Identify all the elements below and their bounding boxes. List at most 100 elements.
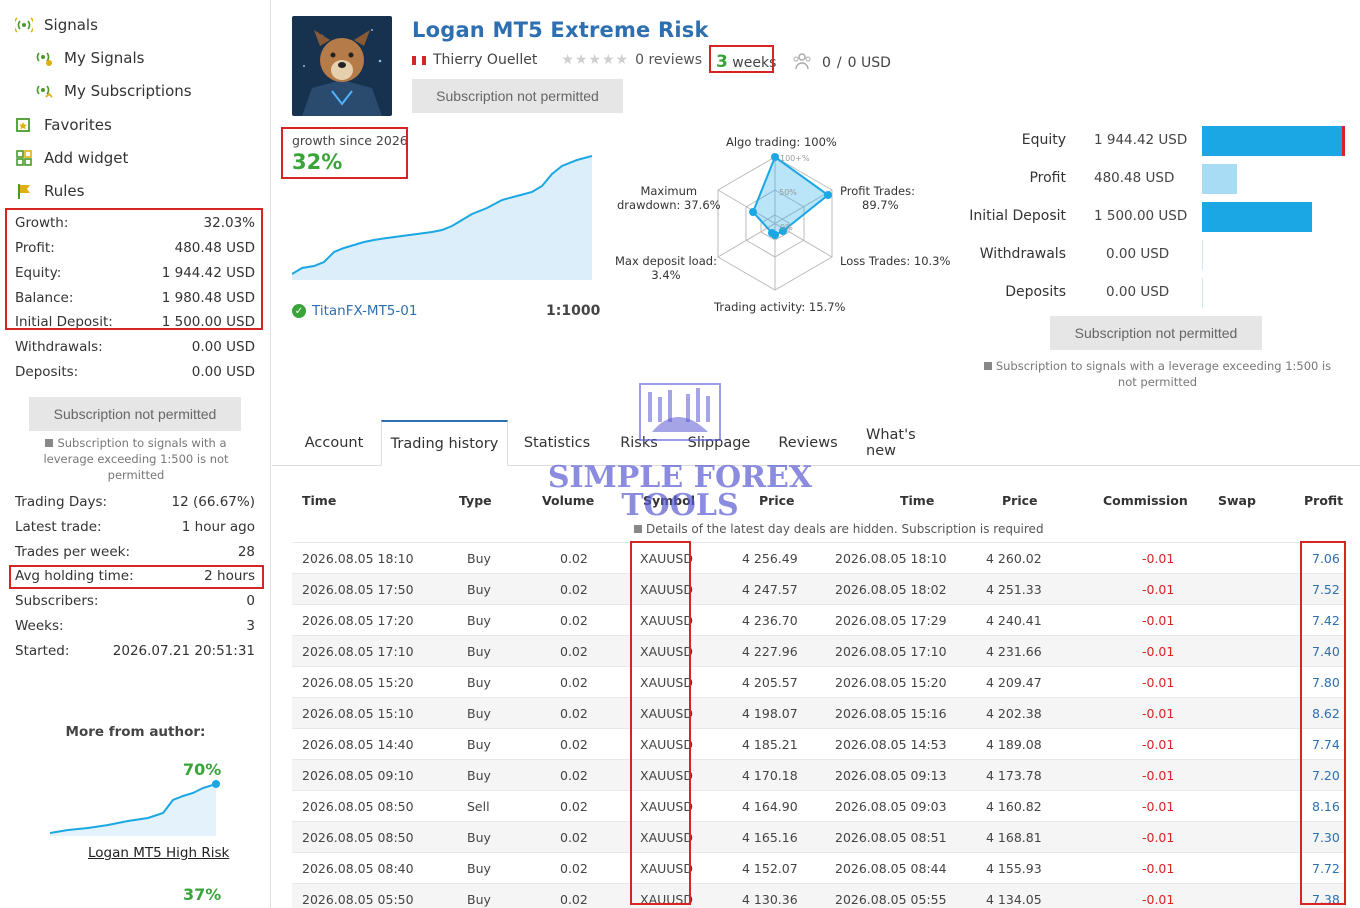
nav-my-subscriptions[interactable]: My Subscriptions bbox=[34, 82, 192, 100]
table-cell: 4 198.07 bbox=[742, 706, 798, 721]
table-cell: -0.01 bbox=[1142, 892, 1175, 907]
rating-stars-icon: ★★★★★ bbox=[561, 52, 630, 68]
table-cell: 7.80 bbox=[1312, 675, 1340, 690]
table-cell: 7.20 bbox=[1312, 768, 1340, 783]
stat-latest-trade: Latest trade: 1 hour ago bbox=[15, 519, 255, 535]
info-icon bbox=[45, 439, 54, 447]
tab-whats-new[interactable]: What's new bbox=[866, 420, 948, 466]
col-price-open[interactable]: Price bbox=[759, 493, 795, 508]
table-cell: Buy bbox=[467, 706, 491, 721]
tab-account[interactable]: Account bbox=[296, 420, 372, 466]
table-cell: 0.02 bbox=[560, 737, 588, 752]
author-name[interactable]: Thierry Ouellet bbox=[433, 52, 537, 68]
subscribe-button-header[interactable]: Subscription not permitted bbox=[412, 79, 623, 113]
nav-label: My Signals bbox=[64, 49, 145, 67]
tab-trading-history[interactable]: Trading history bbox=[381, 420, 508, 466]
col-swap[interactable]: Swap bbox=[1218, 493, 1256, 508]
flag-icon bbox=[14, 182, 34, 200]
table-cell: 2026.08.05 17:20 bbox=[302, 613, 414, 628]
table-cell: XAUUSD bbox=[640, 675, 693, 690]
radar-profit-label-1: Profit Trades: bbox=[840, 184, 916, 198]
growth-label: growth since 2026 bbox=[292, 133, 408, 148]
table-cell: 7.40 bbox=[1312, 644, 1340, 659]
tab-statistics[interactable]: Statistics bbox=[518, 420, 596, 466]
table-cell: 2026.08.05 08:40 bbox=[302, 861, 414, 876]
radar-drawdown-label: Maximum drawdown: 37.6% bbox=[617, 184, 721, 212]
col-symbol[interactable]: Symbol bbox=[643, 493, 695, 508]
stat-withdrawals: Withdrawals: 0.00 USD bbox=[15, 339, 255, 355]
table-cell: 0.02 bbox=[560, 892, 588, 907]
radar-load-label-2: 3.4% bbox=[651, 268, 681, 282]
col-commission[interactable]: Commission bbox=[1103, 493, 1188, 508]
table-cell: Buy bbox=[467, 613, 491, 628]
stat-label: Trading Days: bbox=[15, 494, 108, 510]
initial-deposit-label: Initial Deposit bbox=[969, 208, 1066, 224]
table-cell: XAUUSD bbox=[640, 551, 693, 566]
weeks-number: 3 bbox=[716, 52, 728, 72]
stat-label: Withdrawals: bbox=[15, 339, 103, 355]
favorites-icon bbox=[14, 116, 34, 134]
table-cell: 4 205.57 bbox=[742, 675, 798, 690]
separator: / bbox=[836, 55, 842, 71]
table-cell: 2026.08.05 15:20 bbox=[302, 675, 414, 690]
nav-add-widget[interactable]: Add widget bbox=[14, 149, 128, 167]
radar-loss-label: Loss Trades: 10.3% bbox=[840, 254, 951, 268]
table-cell: XAUUSD bbox=[640, 830, 693, 845]
table-cell: 7.38 bbox=[1312, 892, 1340, 907]
col-volume[interactable]: Volume bbox=[542, 493, 594, 508]
table-cell: 7.06 bbox=[1312, 551, 1340, 566]
table-cell: 2026.08.05 08:50 bbox=[302, 799, 414, 814]
table-cell: 4 247.57 bbox=[742, 582, 798, 597]
info-icon bbox=[634, 525, 642, 533]
table-cell: 4 134.05 bbox=[986, 892, 1042, 907]
broker[interactable]: ✓ TitanFX-MT5-01 bbox=[292, 303, 417, 319]
subscribe-button-right[interactable]: Subscription not permitted bbox=[1050, 316, 1262, 350]
col-time-close[interactable]: Time bbox=[900, 493, 934, 508]
profit-value: 480.48 USD bbox=[1094, 170, 1175, 186]
table-cell: 4 236.70 bbox=[742, 613, 798, 628]
table-cell: Buy bbox=[467, 892, 491, 907]
stat-value: 1 hour ago bbox=[181, 519, 255, 535]
table-cell: 4 173.78 bbox=[986, 768, 1042, 783]
table-cell: 0.02 bbox=[560, 830, 588, 845]
info-icon bbox=[983, 362, 992, 370]
reviews-count[interactable]: 0 reviews bbox=[635, 52, 702, 68]
table-cell: XAUUSD bbox=[640, 706, 693, 721]
profit-label: Profit bbox=[1029, 170, 1066, 186]
col-price-close[interactable]: Price bbox=[1002, 493, 1038, 508]
tab-slippage[interactable]: Slippage bbox=[687, 420, 751, 466]
col-profit[interactable]: Profit bbox=[1304, 493, 1343, 508]
table-cell: 4 189.08 bbox=[986, 737, 1042, 752]
nav-label: Signals bbox=[44, 16, 98, 34]
table-cell: 2026.08.05 08:44 bbox=[835, 861, 947, 876]
nav-rules[interactable]: Rules bbox=[14, 182, 84, 200]
deposits-bar bbox=[1202, 278, 1203, 308]
growth-chart[interactable] bbox=[292, 150, 592, 280]
subscriptions-icon bbox=[34, 82, 54, 100]
stat-value: 480.48 USD bbox=[174, 240, 255, 256]
table-cell: 2026.08.05 15:16 bbox=[835, 706, 947, 721]
table-row: 2026.08.05 14:40 Buy 0.02 XAUUSD 4 185.21 202… bbox=[292, 728, 1346, 759]
col-time-open[interactable]: Time bbox=[302, 493, 336, 508]
radar-load-label: Max deposit load: 3.4% bbox=[615, 254, 717, 282]
radar-tick-50: 50% bbox=[779, 188, 797, 197]
stat-profit: Profit: 480.48 USD bbox=[15, 240, 255, 256]
nav-my-signals[interactable]: My Signals bbox=[34, 49, 144, 67]
table-cell: Buy bbox=[467, 551, 491, 566]
withdrawals-label: Withdrawals bbox=[979, 246, 1066, 262]
stat-value: 0.00 USD bbox=[191, 339, 255, 355]
stat-trading-days: Trading Days: 12 (66.67%) bbox=[15, 494, 255, 510]
radar-algo-label: Algo trading: 100% bbox=[726, 135, 837, 149]
table-cell: 2026.08.05 15:20 bbox=[835, 675, 947, 690]
tab-risks[interactable]: Risks bbox=[616, 420, 662, 466]
canada-flag-icon bbox=[412, 55, 426, 65]
nav-favorites[interactable]: Favorites bbox=[14, 116, 112, 134]
nav-signals[interactable]: Signals bbox=[14, 16, 98, 34]
broker-name: TitanFX-MT5-01 bbox=[312, 303, 418, 319]
subscribe-button[interactable]: Subscription not permitted bbox=[29, 397, 241, 431]
stat-value: 1 980.48 USD bbox=[161, 290, 255, 306]
col-type[interactable]: Type bbox=[459, 493, 492, 508]
equity-value: 1 944.42 USD bbox=[1094, 132, 1188, 148]
tab-reviews[interactable]: Reviews bbox=[778, 420, 838, 466]
nav-label: Add widget bbox=[44, 149, 129, 167]
